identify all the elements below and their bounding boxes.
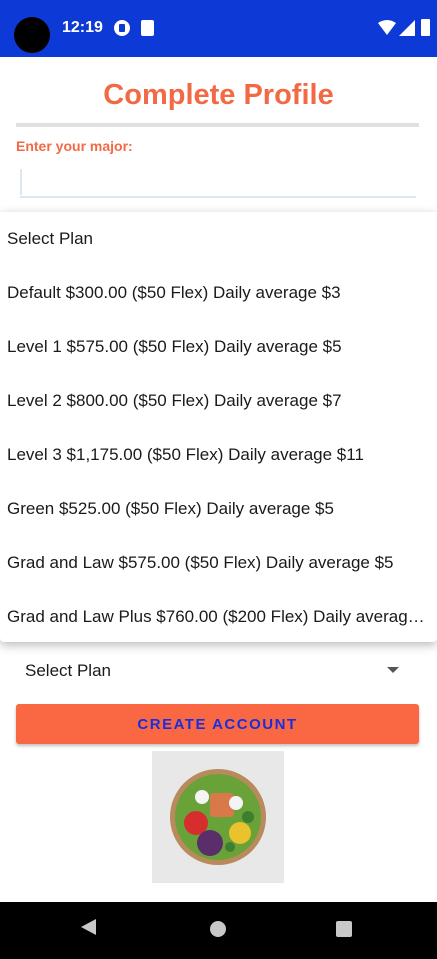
text-cursor [20, 169, 22, 195]
dropdown-option-grad-and-law[interactable]: Grad and Law $575.00 ($50 Flex) Daily av… [7, 543, 432, 583]
status-time: 12:19 [62, 19, 103, 36]
plan-dropdown-menu: Select Plan Default $300.00 ($50 Flex) D… [0, 212, 437, 642]
wifi-icon [378, 20, 396, 35]
home-icon[interactable] [210, 921, 226, 937]
camera-cutout-icon [14, 17, 50, 53]
signal-icon [399, 20, 415, 36]
dropdown-arrow-icon [387, 667, 399, 673]
back-icon[interactable] [81, 919, 96, 935]
salad-bowl-image [152, 751, 284, 883]
recents-icon[interactable] [336, 921, 352, 937]
create-account-button[interactable]: CREATE ACCOUNT [16, 704, 419, 744]
title-divider [16, 123, 419, 127]
dropdown-option-level-3[interactable]: Level 3 $1,175.00 ($50 Flex) Daily avera… [7, 435, 432, 475]
page-title: Complete Profile [103, 79, 334, 111]
dropdown-option-level-1[interactable]: Level 1 $575.00 ($50 Flex) Daily average… [7, 327, 432, 367]
plan-select-value: Select Plan [25, 661, 111, 680]
dropdown-option-default[interactable]: Default $300.00 ($50 Flex) Daily average… [7, 273, 432, 313]
major-input[interactable] [20, 165, 416, 198]
dropdown-option-grad-and-law-plus[interactable]: Grad and Law Plus $760.00 ($200 Flex) Da… [7, 597, 432, 637]
notification-app-icon [114, 20, 130, 36]
dropdown-option-level-2[interactable]: Level 2 $800.00 ($50 Flex) Daily average… [7, 381, 432, 421]
status-bar: 12:19 [0, 0, 437, 57]
sd-card-icon [141, 20, 154, 36]
battery-icon [421, 19, 430, 36]
dropdown-option-select-plan[interactable]: Select Plan [7, 219, 432, 259]
major-label: Enter your major: [16, 138, 133, 154]
dropdown-option-green[interactable]: Green $525.00 ($50 Flex) Daily average $… [7, 489, 432, 529]
plan-select[interactable]: Select Plan [16, 653, 419, 689]
